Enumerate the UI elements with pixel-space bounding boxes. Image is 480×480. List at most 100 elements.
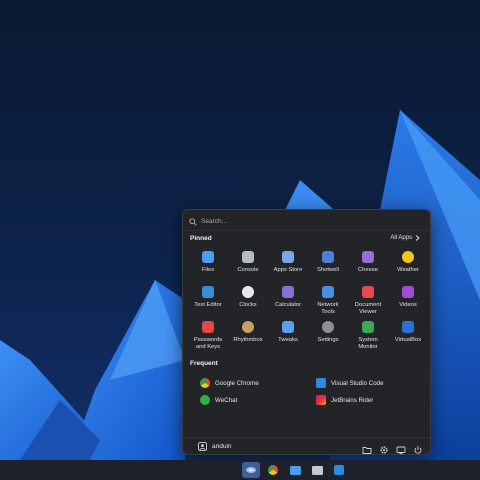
user-button[interactable]: anduin <box>198 442 232 451</box>
virtualbox-icon <box>402 321 414 333</box>
pinned-app-tweaks[interactable]: Tweaks <box>268 318 308 353</box>
start-menu: Search... Pinned All Apps Files Console Ap… <box>182 209 431 455</box>
rhythmbox-icon <box>242 321 254 333</box>
console-icon <box>311 465 323 475</box>
start-menu-footer: anduin <box>183 439 430 455</box>
taskbar-vscode[interactable] <box>330 462 348 478</box>
wechat-icon <box>200 395 210 405</box>
frequent-label: Visual Studio Code <box>331 379 384 387</box>
frequent-label: WeChat <box>215 396 238 404</box>
start-icon <box>246 467 256 473</box>
pinned-app-label: Console <box>237 267 259 273</box>
console-icon <box>242 251 254 263</box>
chrome-icon <box>268 465 278 475</box>
rider-icon <box>316 395 326 405</box>
pinned-app-label: Rhythmbox <box>233 337 263 343</box>
videos-icon <box>402 286 414 298</box>
search-bar[interactable]: Search... <box>189 215 425 228</box>
taskbar-chrome[interactable] <box>264 462 282 478</box>
shotwell-icon <box>322 251 334 263</box>
footer-divider <box>183 437 430 438</box>
pinned-app-apps-store[interactable]: Apps Store <box>268 248 308 283</box>
chevron-right-icon <box>415 235 420 241</box>
frequent-label: JetBrains Rider <box>331 396 374 404</box>
all-apps-label: All Apps <box>390 235 412 241</box>
frequent-item-wechat[interactable]: WeChat <box>200 395 237 405</box>
pinned-app-label: Shotwell <box>317 267 339 273</box>
frequent-item-vscode[interactable]: Visual Studio Code <box>316 378 384 388</box>
pinned-app-label: Files <box>201 267 215 273</box>
vscode-icon <box>334 465 344 475</box>
pinned-app-label: VirtualBox <box>394 337 422 343</box>
weather-icon <box>402 251 414 263</box>
pinned-app-label: Cheese <box>358 267 378 273</box>
settings-icon <box>322 321 334 333</box>
taskbar-console[interactable] <box>308 462 326 478</box>
pinned-apps-grid: Files Console Apps Store Shotwell Cheese Weat… <box>188 248 428 353</box>
power-button[interactable] <box>413 442 423 454</box>
pinned-app-text-editor[interactable]: Text Editor <box>188 283 228 318</box>
pinned-app-calculator[interactable]: Calculator <box>268 283 308 318</box>
pinned-app-cheese[interactable]: Cheese <box>348 248 388 283</box>
pinned-app-virtualbox[interactable]: VirtualBox <box>388 318 428 353</box>
clocks-icon <box>242 286 254 298</box>
pinned-app-label: Calculator <box>274 302 302 308</box>
pinned-app-settings[interactable]: Settings <box>308 318 348 353</box>
cheese-icon <box>362 251 374 263</box>
frequent-label: Google Chrome <box>215 379 259 387</box>
taskbar-files[interactable] <box>286 462 304 478</box>
network-tools-icon <box>322 286 334 298</box>
user-name: anduin <box>212 443 232 450</box>
all-apps-button[interactable]: All Apps <box>390 235 420 241</box>
taskbar <box>0 460 480 480</box>
chrome-icon <box>200 378 210 388</box>
frequent-item-google-chrome[interactable]: Google Chrome <box>200 378 259 388</box>
passwords-icon <box>202 321 214 333</box>
search-placeholder[interactable]: Search... <box>201 218 227 225</box>
settings-button[interactable] <box>379 442 389 454</box>
system-monitor-icon <box>362 321 374 333</box>
tweaks-icon <box>282 321 294 333</box>
power-icon <box>414 446 422 454</box>
display-icon <box>396 446 406 455</box>
apps-store-icon <box>282 251 294 263</box>
user-avatar-icon <box>198 442 207 451</box>
pinned-app-network-tools[interactable]: Network Tools <box>308 283 348 318</box>
files-icon <box>202 251 214 263</box>
pinned-app-clocks[interactable]: Clocks <box>228 283 268 318</box>
frequent-title: Frequent <box>190 360 218 367</box>
gear-icon <box>380 446 388 454</box>
pinned-app-files[interactable]: Files <box>188 248 228 283</box>
pinned-app-document-viewer[interactable]: Document Viewer <box>348 283 388 318</box>
pinned-app-label: Tweaks <box>278 337 298 343</box>
text-editor-icon <box>202 286 214 298</box>
vscode-icon <box>316 378 326 388</box>
pinned-app-label: Apps Store <box>273 267 303 273</box>
pinned-app-shotwell[interactable]: Shotwell <box>308 248 348 283</box>
files-icon <box>289 465 301 475</box>
taskbar-start-button[interactable] <box>242 462 260 478</box>
folder-button[interactable] <box>362 442 372 454</box>
display-button[interactable] <box>396 442 406 455</box>
calculator-icon <box>282 286 294 298</box>
pinned-app-label: Settings <box>317 337 339 343</box>
folder-icon <box>362 447 372 454</box>
document-viewer-icon <box>362 286 374 298</box>
pinned-app-label: Clocks <box>239 302 257 308</box>
pinned-title: Pinned <box>190 235 212 242</box>
frequent-item-jetbrains-rider[interactable]: JetBrains Rider <box>316 395 373 405</box>
pinned-app-label: Document Viewer <box>354 302 382 315</box>
pinned-app-rhythmbox[interactable]: Rhythmbox <box>228 318 268 353</box>
pinned-app-label: Videos <box>399 302 417 308</box>
pinned-app-label: Network Tools <box>317 302 339 315</box>
pinned-app-weather[interactable]: Weather <box>388 248 428 283</box>
pinned-app-console[interactable]: Console <box>228 248 268 283</box>
search-icon <box>189 217 197 226</box>
search-divider <box>183 230 430 231</box>
pinned-app-system-monitor[interactable]: System Monitor <box>348 318 388 353</box>
pinned-app-videos[interactable]: Videos <box>388 283 428 318</box>
pinned-app-label: Weather <box>397 267 419 273</box>
pinned-app-label: Passwords and Keys <box>193 337 223 350</box>
pinned-app-label: Text Editor <box>194 302 222 308</box>
pinned-app-passwords-and-keys[interactable]: Passwords and Keys <box>188 318 228 353</box>
